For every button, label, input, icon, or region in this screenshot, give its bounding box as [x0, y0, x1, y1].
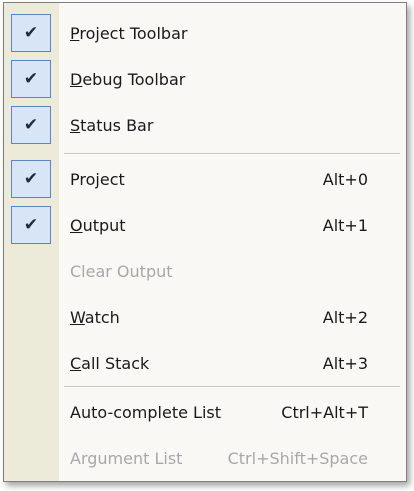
- checkmark-icon: ✔: [11, 106, 51, 144]
- menu-item-project[interactable]: ✔ Project Alt+0: [4, 156, 406, 202]
- menu-item-label: Output: [70, 215, 126, 235]
- menu-item-call-stack[interactable]: Call Stack Alt+3: [4, 340, 406, 386]
- menu-item-shortcut: Alt+1: [322, 215, 368, 235]
- menu-item-label: Call Stack: [70, 353, 150, 373]
- menu-item-auto-complete-list[interactable]: Auto-complete List Ctrl+Alt+T: [4, 389, 406, 435]
- menu-item-argument-list: Argument List Ctrl+Shift+Space: [4, 435, 406, 481]
- menu-item-label: Project Toolbar: [70, 23, 188, 43]
- menu-item-label: Argument List: [70, 448, 183, 468]
- menu-item-shortcut: Alt+0: [322, 169, 368, 189]
- menu-item-label: Auto-complete List: [70, 402, 222, 422]
- menu-item-clear-output: Clear Output: [4, 248, 406, 294]
- menu-item-watch[interactable]: Watch Alt+2: [4, 294, 406, 340]
- menu-item-label: Status Bar: [70, 115, 154, 135]
- menu-item-label: Debug Toolbar: [70, 69, 186, 89]
- menu-item-shortcut: Ctrl+Alt+T: [281, 402, 368, 422]
- checkmark-icon: ✔: [11, 14, 51, 52]
- menu-item-label: Clear Output: [70, 261, 173, 281]
- menu-item-project-toolbar[interactable]: ✔ Project Toolbar: [4, 10, 406, 56]
- checkmark-icon: ✔: [11, 206, 51, 244]
- menu-item-debug-toolbar[interactable]: ✔ Debug Toolbar: [4, 56, 406, 102]
- menu-item-shortcut: Alt+2: [322, 307, 368, 327]
- menu-item-label: Watch: [70, 307, 120, 327]
- view-context-menu: ✔ Project Toolbar ✔ Debug Toolbar ✔ Stat…: [3, 2, 407, 482]
- menu-separator: [64, 386, 400, 388]
- menu-item-shortcut: Alt+3: [322, 353, 368, 373]
- menu-item-label: Project: [70, 169, 125, 189]
- menu-item-shortcut: Ctrl+Shift+Space: [227, 448, 368, 468]
- checkmark-icon: ✔: [11, 60, 51, 98]
- menu-separator: [64, 153, 400, 155]
- menu-item-status-bar[interactable]: ✔ Status Bar: [4, 102, 406, 148]
- menu-item-output[interactable]: ✔ Output Alt+1: [4, 202, 406, 248]
- checkmark-icon: ✔: [11, 160, 51, 198]
